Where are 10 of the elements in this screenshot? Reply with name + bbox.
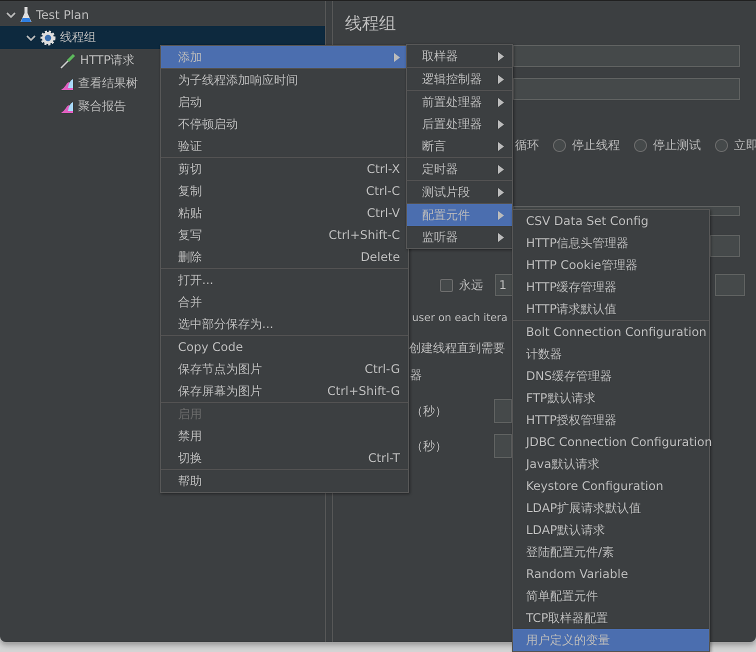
option-label: user on each itera <box>412 312 508 324</box>
radio-label: 停止线程 <box>572 136 620 154</box>
option-label: 创建线程直到需要 <box>409 340 505 356</box>
field-label: （秒） <box>411 438 447 454</box>
field-label: 器 <box>410 366 422 384</box>
radio-label: 循环 <box>515 136 539 154</box>
checkbox-label: 永远 <box>459 276 483 294</box>
panel-title: 线程组 <box>345 12 396 34</box>
radio-label: 停止测试 <box>653 136 701 154</box>
field-label: （秒） <box>411 402 447 420</box>
